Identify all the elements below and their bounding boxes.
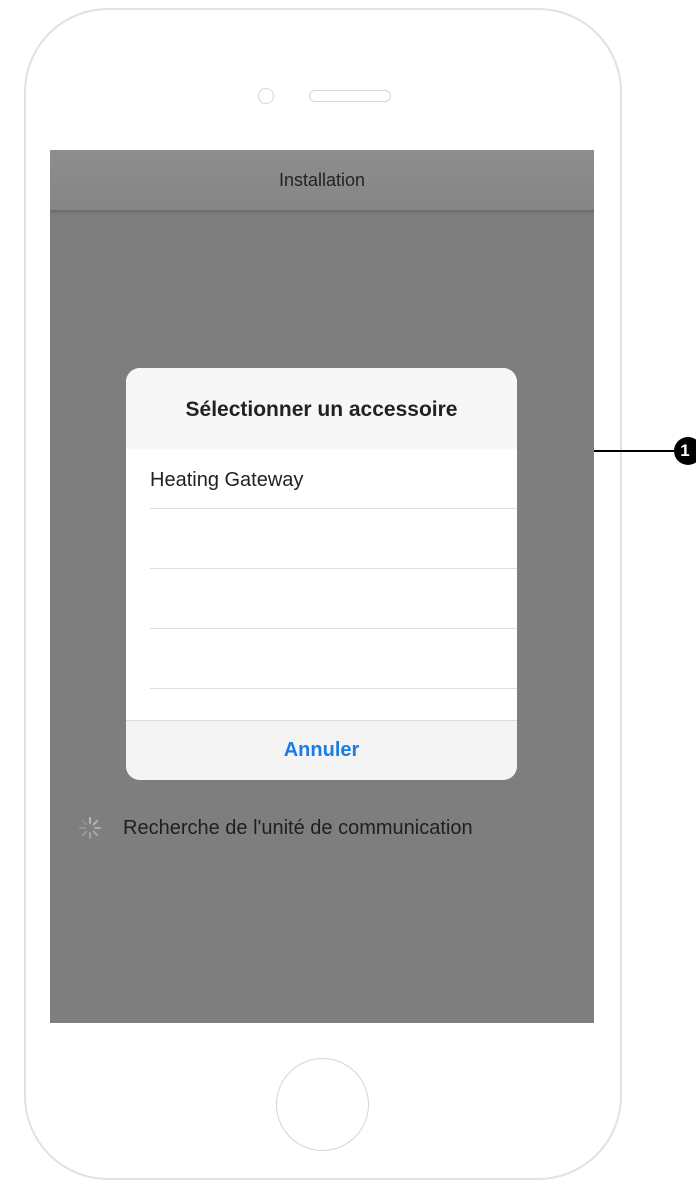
callout-line — [594, 450, 678, 452]
dialog-title: Sélectionner un accessoire — [185, 398, 458, 421]
spinner-icon — [79, 817, 101, 839]
home-button[interactable] — [276, 1058, 369, 1151]
status-text: Recherche de l'unité de communication — [123, 817, 473, 839]
accessory-item-label: Heating Gateway — [150, 469, 304, 491]
dialog-footer: Annuler — [126, 720, 517, 780]
cancel-button[interactable]: Annuler — [126, 739, 517, 762]
navigation-bar: Installation — [50, 150, 594, 211]
speaker-grille — [309, 90, 391, 102]
accessory-picker-dialog: Sélectionner un accessoire Heating Gatew… — [126, 368, 517, 780]
phone-screen: Installation Sélectionner un accessoire … — [50, 150, 594, 1023]
accessory-item-empty — [126, 569, 517, 629]
camera-icon — [258, 88, 274, 104]
accessory-item-empty — [126, 629, 517, 689]
accessory-item-heating-gateway[interactable]: Heating Gateway — [126, 449, 517, 509]
accessory-item-empty — [126, 509, 517, 569]
dialog-header: Sélectionner un accessoire — [126, 368, 517, 449]
row-divider — [150, 688, 517, 689]
page-title: Installation — [278, 170, 366, 190]
callout-number-badge: 1 — [674, 437, 696, 465]
